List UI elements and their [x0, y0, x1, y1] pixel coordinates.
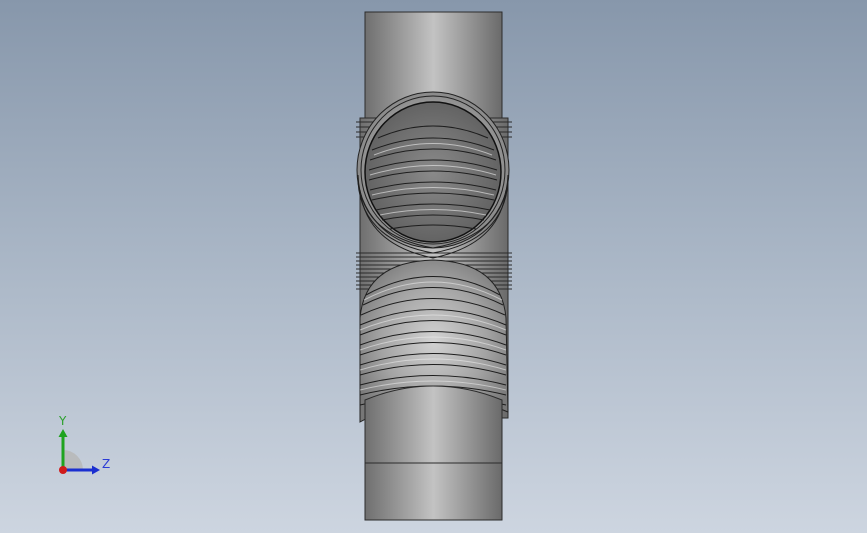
pipe-bottom-section: [364, 385, 503, 521]
upper-branch-socket: [356, 91, 510, 259]
triad-y-label: Y: [59, 414, 67, 428]
pipe-model[interactable]: [0, 0, 867, 533]
graphics-viewport[interactable]: Y Z: [0, 0, 867, 533]
reference-triad: Y Z: [50, 412, 120, 482]
triad-z-label: Z: [102, 457, 111, 471]
